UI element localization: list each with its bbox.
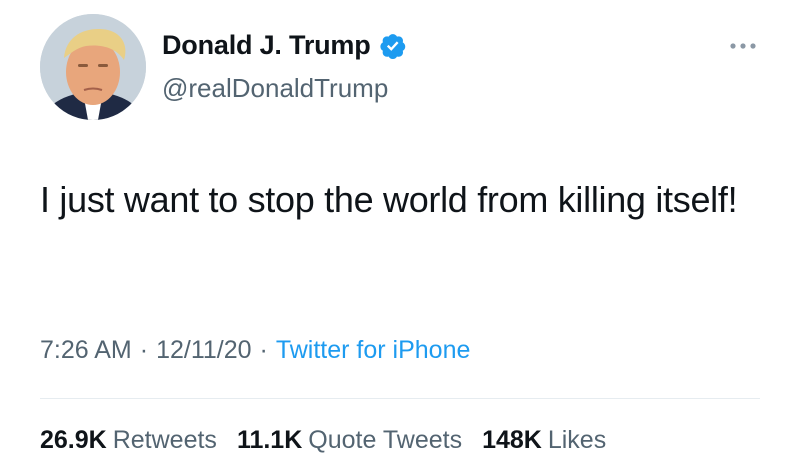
retweets-count: 26.9K [40,426,107,454]
avatar-image [40,14,146,120]
display-name[interactable]: Donald J. Trump [162,30,371,61]
likes-label: Likes [547,426,607,454]
verified-badge-icon [379,32,407,60]
quote-tweets-count: 11.1K [236,426,303,454]
tweet-meta: 7:26 AM · 12/11/20 · Twitter for iPhone [40,336,470,365]
tweet-text: I just want to stop the world from killi… [40,179,738,220]
tweet-date[interactable]: 12/11/20 [156,336,251,365]
likes-stat[interactable]: 148K Likes [482,426,606,455]
author-row: Donald J. Trump [162,30,407,61]
tweet-time[interactable]: 7:26 AM [40,336,132,365]
tweet-source-link[interactable]: Twitter for iPhone [276,336,471,365]
meta-separator: · [139,336,149,364]
meta-separator: · [259,336,268,364]
quote-tweets-stat[interactable]: 11.1K Quote Tweets [237,426,462,455]
tweet-stats: 26.9K Retweets 11.1K Quote Tweets 148K L… [40,426,606,455]
handle[interactable]: @realDonaldTrump [162,73,388,104]
avatar[interactable] [40,14,146,120]
divider [40,398,760,399]
quote-tweets-label: Quote Tweets [308,426,463,454]
retweets-label: Retweets [112,426,217,454]
more-options-icon[interactable] [726,36,760,56]
likes-count: 148K [482,426,542,454]
retweets-stat[interactable]: 26.9K Retweets [40,426,217,455]
tweet-card: Donald J. Trump @realDonaldTrump I just … [0,0,800,454]
